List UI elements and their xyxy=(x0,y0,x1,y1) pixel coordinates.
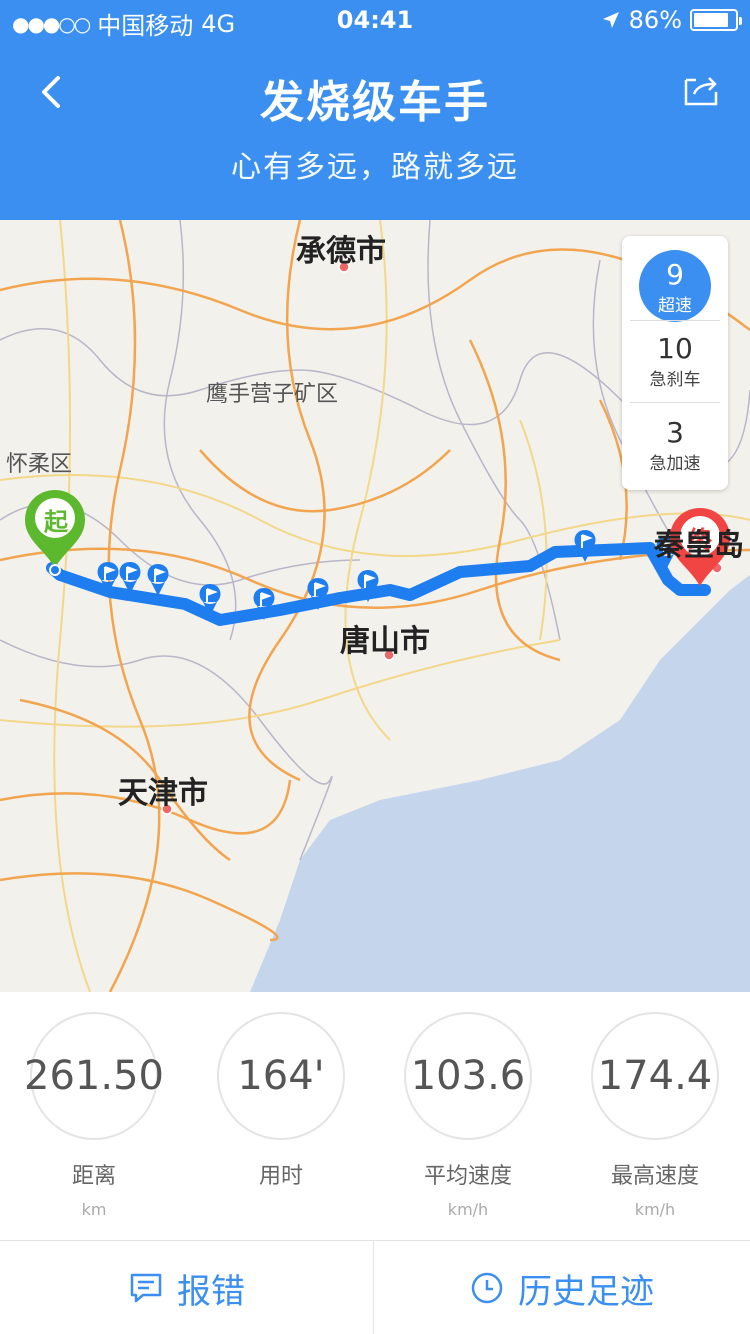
stat-max-speed-unit: km/h xyxy=(634,1200,676,1219)
stat-max-speed-value: 174.4 xyxy=(591,1012,719,1140)
battery-percent: 86% xyxy=(628,6,682,34)
trip-stats: 261.50 距离 km 164' 用时 103.6 平均速度 km/h 174… xyxy=(0,992,750,1240)
driving-events-panel: 9 超速 10 急刹车 3 急加速 xyxy=(622,236,728,490)
page-subtitle: 心有多远，路就多远 xyxy=(231,150,519,185)
event-hard-brake-label: 急刹车 xyxy=(649,370,701,390)
city-label-huairou: 怀柔区 xyxy=(6,452,73,477)
event-speeding-count: 9 xyxy=(666,258,684,291)
city-label-qinhuangdao: 秦皇岛 xyxy=(654,528,744,563)
location-arrow-icon xyxy=(602,12,619,28)
stat-avg-speed-unit: km/h xyxy=(447,1200,489,1219)
city-label-chengde: 承德市 xyxy=(296,234,386,269)
event-hard-brake-count: 10 xyxy=(657,332,693,365)
stat-distance-unit: km xyxy=(81,1200,107,1219)
report-error-label: 报错 xyxy=(177,1271,245,1312)
stat-distance-value: 261.50 xyxy=(24,1012,164,1140)
battery-icon xyxy=(690,9,742,31)
stat-duration-label: 用时 xyxy=(258,1164,303,1189)
clock-icon xyxy=(471,1272,503,1304)
status-bar: ●●●○○ 中国移动 4G 04:41 86% xyxy=(0,0,750,42)
stat-max-speed: 174.4 最高速度 km/h xyxy=(590,1012,720,1219)
stat-max-speed-label: 最高速度 xyxy=(610,1164,699,1189)
event-hard-brake[interactable]: 10 急刹车 xyxy=(622,332,728,390)
history-button[interactable]: 历史足迹 xyxy=(375,1241,749,1334)
start-label: 起 xyxy=(44,508,68,536)
event-hard-accel-count: 3 xyxy=(666,416,684,449)
bottom-actions: 报错 历史足迹 xyxy=(0,1240,750,1334)
event-hard-accel-label: 急加速 xyxy=(649,454,701,474)
history-label: 历史足迹 xyxy=(518,1271,654,1312)
route-line xyxy=(46,542,711,626)
city-label-tangshan: 唐山市 xyxy=(340,624,430,659)
stat-distance: 261.50 距离 km xyxy=(24,1012,164,1219)
stat-distance-label: 距离 xyxy=(71,1164,116,1189)
city-label-yingshouyingzi: 鹰手营子矿区 xyxy=(206,382,339,407)
event-speeding-label: 超速 xyxy=(658,296,692,316)
feedback-icon xyxy=(130,1273,162,1303)
event-speeding[interactable]: 9 超速 xyxy=(622,250,728,322)
app-header: ●●●○○ 中国移动 4G 04:41 86% 发烧级车手 心有多远，路就多远 xyxy=(0,0,750,220)
stat-duration-value: 164' xyxy=(217,1012,345,1140)
stat-duration: 164' 用时 xyxy=(216,1012,346,1200)
stat-avg-speed: 103.6 平均速度 km/h xyxy=(403,1012,533,1219)
stat-avg-speed-value: 103.6 xyxy=(404,1012,532,1140)
share-button[interactable] xyxy=(682,72,720,108)
report-error-button[interactable]: 报错 xyxy=(0,1241,374,1334)
stat-avg-speed-label: 平均速度 xyxy=(423,1164,512,1189)
page-title: 发烧级车手 xyxy=(260,77,490,128)
event-hard-accel[interactable]: 3 急加速 xyxy=(622,416,728,474)
city-label-tianjin: 天津市 xyxy=(118,776,208,811)
